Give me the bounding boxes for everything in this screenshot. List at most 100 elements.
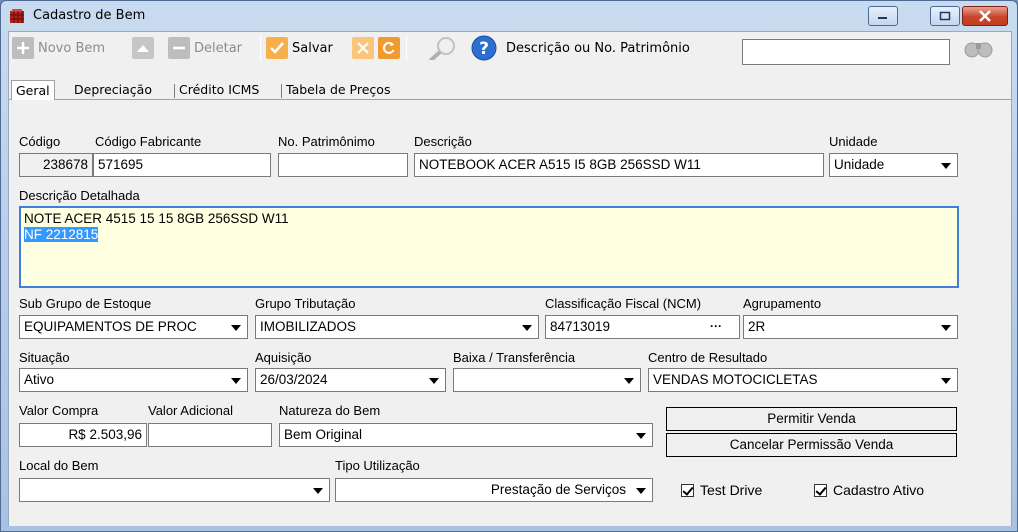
refresh-button[interactable] [378, 36, 400, 60]
minimize-icon [878, 17, 887, 19]
unidade-value: Unidade [834, 157, 885, 172]
toolbar-separator [406, 35, 407, 61]
cadastro-ativo-checkbox[interactable]: Cadastro Ativo [814, 482, 924, 498]
descricao-detalhada-line2: NF 2212815 [24, 227, 99, 242]
descricao-field[interactable]: NOTEBOOK ACER A515 I5 8GB 256SSD W11 [414, 153, 824, 177]
centro-resultado-label: Centro de Resultado [648, 350, 768, 365]
chevron-down-icon [429, 378, 439, 384]
ncm-label: Classificação Fiscal (NCM) [545, 296, 702, 311]
checkmark-icon [266, 37, 288, 59]
close-button[interactable] [962, 6, 1008, 26]
search-input[interactable] [742, 39, 950, 65]
permitir-venda-button[interactable]: Permitir Venda [666, 407, 957, 431]
chevron-down-icon [941, 325, 951, 331]
cancel-x-icon [352, 37, 374, 59]
toolbar-separator [260, 35, 261, 61]
chevron-down-icon [941, 163, 951, 169]
aquisicao-date-picker[interactable]: 26/03/2024 [255, 368, 446, 392]
title-bar[interactable]: Cadastro de Bem [1, 1, 1017, 31]
maximize-button[interactable] [930, 6, 960, 26]
natureza-select[interactable]: Bem Original [279, 423, 653, 447]
delete-button[interactable]: Deletar [168, 36, 242, 60]
tipo-utilizacao-label: Tipo Utilização [335, 458, 420, 473]
codigo-fabricante-field[interactable]: 571695 [93, 153, 271, 177]
valor-adicional-field[interactable] [148, 423, 272, 447]
svg-text:?: ? [479, 39, 489, 59]
checkbox-checked-icon [681, 483, 694, 497]
chevron-down-icon [522, 325, 532, 331]
agrupamento-label: Agrupamento [743, 296, 822, 311]
tab-credito-icms[interactable]: Crédito ICMS [179, 82, 259, 100]
tab-geral[interactable]: Geral [11, 80, 55, 102]
valor-compra-field[interactable]: R$ 2.503,96 [19, 423, 147, 447]
valor-adicional-label: Valor Adicional [148, 403, 234, 418]
tab-depreciacao[interactable]: Depreciação [74, 82, 152, 100]
aquisicao-value: 26/03/2024 [260, 372, 328, 387]
centro-resultado-select[interactable]: VENDAS MOTOCICLETAS [648, 368, 958, 392]
chevron-down-icon [636, 433, 646, 439]
plus-icon [12, 37, 34, 59]
save-button[interactable]: Salvar [266, 36, 333, 60]
minimize-button[interactable] [868, 6, 898, 26]
grupo-tributacao-value: IMOBILIZADOS [260, 319, 357, 334]
natureza-value: Bem Original [284, 427, 363, 442]
tab-divider [174, 84, 175, 98]
cancelar-permissao-venda-button[interactable]: Cancelar Permissão Venda [666, 433, 957, 457]
search-label: Descrição ou No. Patrimônio [506, 40, 690, 56]
codigo-fabricante-label: Código Fabricante [95, 134, 202, 149]
close-icon [979, 10, 991, 22]
checkbox-checked-icon [814, 483, 827, 497]
tipo-utilizacao-select[interactable]: Prestação de Serviços [335, 478, 653, 502]
ncm-ellipsis-button[interactable]: ··· [710, 319, 722, 333]
tab-divider [281, 84, 282, 98]
tipo-utilizacao-value: Prestação de Serviços [490, 482, 626, 497]
toolbar: Novo Bem Deletar Salvar ? Descrição ou N… [9, 32, 1011, 65]
chevron-down-icon [941, 378, 951, 384]
chevron-down-icon [313, 488, 323, 494]
chevron-down-icon [624, 378, 634, 384]
new-button[interactable]: Novo Bem [12, 36, 105, 60]
window-title: Cadastro de Bem [33, 8, 146, 23]
move-up-button[interactable] [132, 36, 154, 60]
binoculars-button[interactable] [963, 36, 995, 60]
sub-grupo-select[interactable]: EQUIPAMENTOS DE PROC [19, 315, 248, 339]
unidade-select[interactable]: Unidade [829, 153, 958, 177]
test-drive-label: Test Drive [700, 482, 763, 498]
chevron-down-icon [231, 378, 241, 384]
local-bem-select[interactable] [19, 478, 330, 502]
cancel-button[interactable] [352, 36, 374, 60]
cadastro-ativo-label: Cadastro Ativo [833, 482, 925, 498]
no-patrimonio-label: No. Patrimônimo [278, 134, 375, 149]
tab-strip: Geral Depreciação Crédito ICMS Tabela de… [9, 78, 1011, 102]
refresh-icon [378, 37, 400, 59]
test-drive-checkbox[interactable]: Test Drive [681, 482, 762, 498]
baixa-date-picker[interactable] [453, 368, 641, 392]
tab-tabela-precos[interactable]: Tabela de Preços [286, 82, 390, 100]
situacao-select[interactable]: Ativo [19, 368, 248, 392]
situacao-value: Ativo [24, 372, 55, 387]
help-icon: ? [471, 35, 497, 61]
chevron-down-icon [231, 325, 241, 331]
valor-compra-label: Valor Compra [19, 403, 99, 418]
help-button[interactable]: ? [471, 35, 497, 61]
local-bem-label: Local do Bem [19, 458, 99, 473]
arrow-up-icon [132, 37, 154, 59]
codigo-label: Código [19, 134, 61, 149]
grupo-tributacao-select[interactable]: IMOBILIZADOS [255, 315, 539, 339]
maximize-icon [939, 11, 951, 21]
magnifier-icon [428, 37, 455, 60]
codigo-field[interactable]: 238678 [19, 153, 93, 177]
client-area: Novo Bem Deletar Salvar ? Descrição ou N… [8, 31, 1012, 526]
descricao-detalhada-line1: NOTE ACER 4515 15 15 8GB 256SSD W11 [24, 211, 289, 226]
descricao-detalhada-textarea[interactable]: NOTE ACER 4515 15 15 8GB 256SSD W11 NF 2… [19, 206, 959, 288]
no-patrimonio-field[interactable] [278, 153, 408, 177]
chevron-down-icon [636, 488, 646, 494]
search-button[interactable] [425, 36, 459, 60]
sub-grupo-value: EQUIPAMENTOS DE PROC [24, 319, 197, 334]
aquisicao-label: Aquisição [255, 350, 312, 365]
delete-button-label: Deletar [194, 40, 243, 56]
main-window: Cadastro de Bem Novo Bem Deletar Salvar … [0, 0, 1018, 532]
grupo-tributacao-label: Grupo Tributação [255, 296, 356, 311]
agrupamento-select[interactable]: 2R [743, 315, 958, 339]
minus-icon [168, 37, 190, 59]
